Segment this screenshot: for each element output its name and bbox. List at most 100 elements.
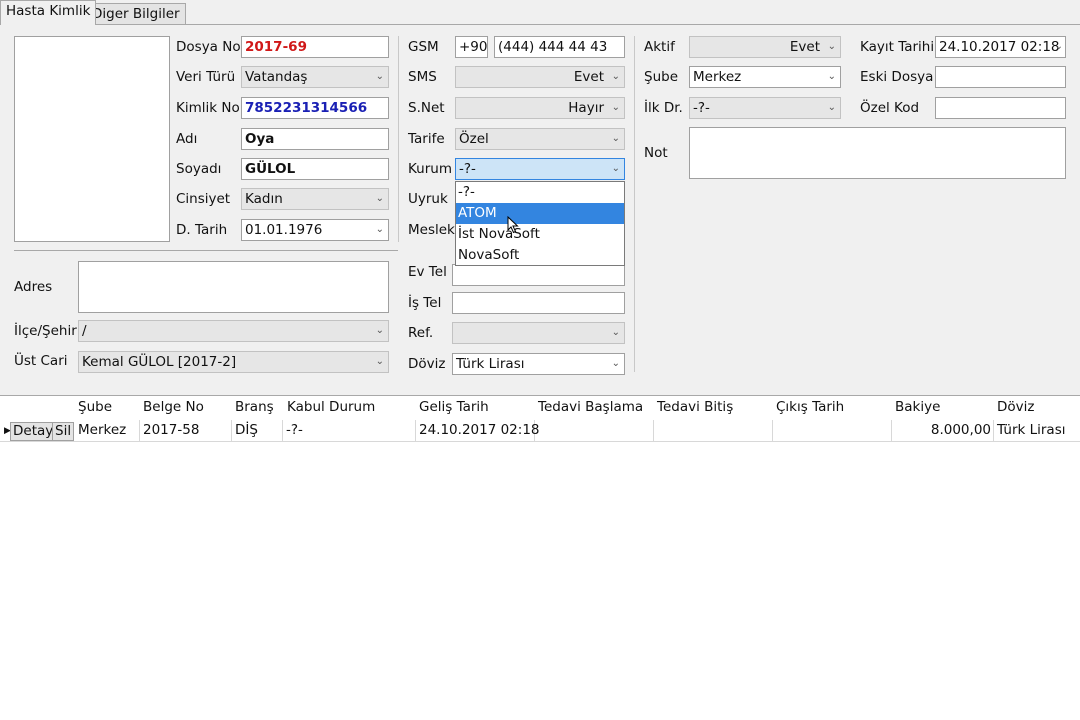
ozel-kod-field[interactable] (935, 97, 1066, 119)
ilce-sehir-select[interactable]: / ⌄ (78, 320, 389, 342)
ozel-kod-label: Özel Kod (860, 100, 920, 116)
kayit-tarihi-value: 24.10.2017 02:18 (939, 39, 1060, 55)
sms-select[interactable]: Evet ⌄ (455, 66, 625, 88)
d-tarih-value: 01.01.1976 (245, 222, 323, 238)
cell-brans[interactable]: DİŞ (233, 420, 283, 441)
chevron-down-icon: ⌄ (611, 71, 620, 82)
section-divider (14, 250, 398, 251)
cell-gelis-tarih[interactable]: 24.10.2017 02:18 (417, 420, 540, 441)
kimlik-no-field[interactable]: 7852231314566 (241, 97, 389, 119)
d-tarih-label: D. Tarih (176, 222, 228, 238)
gsm-country-code[interactable]: +90 (455, 36, 488, 58)
column-header-kabul-durum[interactable]: Kabul Durum (287, 396, 375, 419)
kurum-value: -?- (459, 161, 476, 177)
tab-hasta-kimlik[interactable]: Hasta Kimlik (0, 0, 97, 25)
adres-textarea[interactable] (78, 261, 389, 313)
chevron-down-icon: ⌄ (827, 102, 836, 113)
chevron-down-icon: ⌄ (827, 41, 836, 52)
kurum-select[interactable]: -?- ⌄ (455, 158, 625, 180)
ilce-sehir-label: İlçe/Şehir (14, 323, 77, 339)
cinsiyet-label: Cinsiyet (176, 191, 231, 207)
cinsiyet-select[interactable]: Kadın ⌄ (241, 188, 389, 210)
adi-label: Adı (176, 131, 198, 147)
veri-turu-label: Veri Türü (176, 69, 236, 85)
snet-select[interactable]: Hayır ⌄ (455, 97, 625, 119)
kayit-tarihi-label: Kayıt Tarihi (860, 39, 935, 55)
meslek-label: Meslek (408, 222, 455, 238)
column-header-cikis-tarih[interactable]: Çıkış Tarih (776, 396, 844, 419)
cell-cikis-tarih[interactable] (774, 420, 892, 441)
tarife-select[interactable]: Özel ⌄ (455, 128, 625, 150)
column-header-doviz[interactable]: Döviz (997, 396, 1034, 419)
d-tarih-field[interactable]: 01.01.1976 ⌄ (241, 219, 389, 241)
cell-doviz[interactable]: Türk Lirası (995, 420, 1080, 441)
ust-cari-select[interactable]: Kemal GÜLOL [2017-2] ⌄ (78, 351, 389, 373)
adi-field[interactable]: Oya (241, 128, 389, 150)
chevron-down-icon: ⌄ (611, 358, 620, 369)
cell-sube[interactable]: Merkez (76, 420, 140, 441)
ev-tel-field[interactable] (452, 264, 625, 286)
column-header-gelis-tarih[interactable]: Geliş Tarih (419, 396, 489, 419)
aktif-select[interactable]: Evet ⌄ (689, 36, 841, 58)
tab-diger-bilgiler[interactable]: Diger Bilgiler (86, 3, 186, 24)
soyadi-field[interactable]: GÜLOL (241, 158, 389, 180)
ilk-dr-label: İlk Dr. (644, 100, 683, 116)
chevron-down-icon: ⌄ (1054, 41, 1063, 52)
sube-select[interactable]: Merkez ⌄ (689, 66, 841, 88)
kurum-option[interactable]: -?- (456, 182, 624, 203)
detay-button[interactable]: Detay (10, 422, 57, 441)
not-textarea[interactable] (689, 127, 1066, 179)
column-header-bakiye[interactable]: Bakiye (895, 396, 940, 419)
sms-label: SMS (408, 69, 437, 85)
ref-select[interactable]: ⌄ (452, 322, 625, 344)
tab-strip: Hasta Kimlik Diger Bilgiler (0, 0, 1080, 25)
chevron-down-icon: ⌄ (375, 193, 384, 204)
gsm-field[interactable]: (444) 444 44 43 (494, 36, 625, 58)
cell-belge-no[interactable]: 2017-58 (141, 420, 232, 441)
kurum-option[interactable]: İst NovaSoft (456, 224, 624, 245)
ust-cari-label: Üst Cari (14, 353, 68, 369)
column-header-sube[interactable]: Şube (78, 396, 112, 419)
cell-bakiye[interactable]: 8.000,00 (893, 420, 994, 441)
mouse-pointer-icon (507, 216, 519, 234)
cinsiyet-value: Kadın (245, 191, 283, 207)
kurum-dropdown-list: -?- ATOM İst NovaSoft NovaSoft (455, 181, 625, 266)
dosya-no-field[interactable]: 2017-69 (241, 36, 389, 58)
column-header-tedavi-baslama[interactable]: Tedavi Başlama (538, 396, 643, 419)
soyadi-label: Soyadı (176, 161, 222, 177)
patient-photo[interactable] (14, 36, 170, 242)
ref-label: Ref. (408, 325, 434, 341)
cell-kabul-durum[interactable]: -?- (284, 420, 416, 441)
adres-label: Adres (14, 279, 53, 295)
kurum-label: Kurum (408, 161, 452, 177)
doviz-value: Türk Lirası (456, 356, 525, 372)
eski-dosya-field[interactable] (935, 66, 1066, 88)
kurum-option[interactable]: NovaSoft (456, 245, 624, 266)
column-header-tedavi-bitis[interactable]: Tedavi Bitiş (657, 396, 733, 419)
sil-button[interactable]: Sil (52, 422, 75, 441)
snet-value: Hayır (568, 100, 604, 116)
aktif-value: Evet (789, 39, 820, 55)
cell-tedavi-bitis[interactable] (655, 420, 773, 441)
column-header-brans[interactable]: Branş (235, 396, 274, 419)
dosya-no-label: Dosya No (176, 39, 241, 55)
ilk-dr-value: -?- (693, 100, 710, 116)
is-tel-label: İş Tel (408, 295, 442, 311)
not-label: Not (644, 145, 668, 161)
kimlik-no-label: Kimlik No (176, 100, 240, 116)
veri-turu-value: Vatandaş (245, 69, 308, 85)
sube-value: Merkez (693, 69, 742, 85)
records-grid: Şube Belge No Branş Kabul Durum Geliş Ta… (0, 395, 1080, 720)
is-tel-field[interactable] (452, 292, 625, 314)
column-divider (398, 36, 399, 242)
ilk-dr-select[interactable]: -?- ⌄ (689, 97, 841, 119)
veri-turu-select[interactable]: Vatandaş ⌄ (241, 66, 389, 88)
kurum-option-highlighted[interactable]: ATOM (456, 203, 624, 224)
column-header-belge-no[interactable]: Belge No (143, 396, 204, 419)
sube-label: Şube (644, 69, 679, 85)
chevron-down-icon: ⌄ (375, 224, 384, 235)
ilce-sehir-value: / (82, 323, 87, 339)
kayit-tarihi-field[interactable]: 24.10.2017 02:18 ⌄ (935, 36, 1066, 58)
doviz-select[interactable]: Türk Lirası ⌄ (452, 353, 625, 375)
cell-tedavi-baslama[interactable] (536, 420, 654, 441)
